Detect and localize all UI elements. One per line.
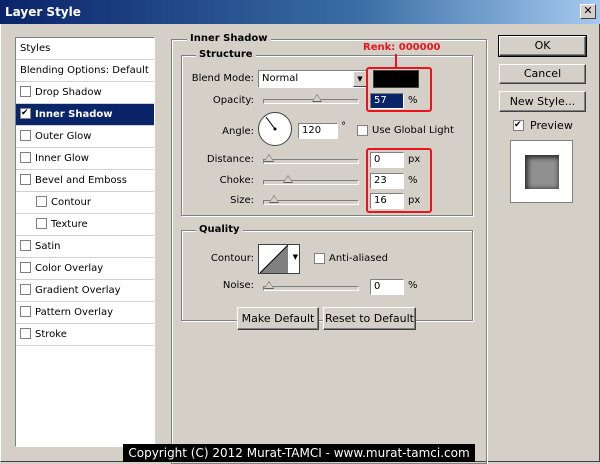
preview-thumbnail [510,140,573,203]
angle-input[interactable]: 120 [298,123,338,139]
contour-label: Contour: [210,253,254,264]
color-annotation-label: Renk: 000000 [363,42,441,53]
contour-checkbox[interactable] [36,195,47,207]
style-item-stroke[interactable]: Stroke [16,324,154,346]
annotation-arrow-line [395,54,397,68]
distance-slider[interactable] [263,154,359,164]
style-item-drop-shadow[interactable]: Drop Shadow [16,82,154,104]
inner-shadow-checkbox[interactable] [20,107,31,119]
choke-label: Choke: [219,175,254,186]
style-item-color-overlay[interactable]: Color Overlay [16,258,154,280]
use-global-light-checkbox[interactable] [357,125,368,136]
anti-aliased-label: Anti-aliased [329,253,389,264]
annotation-box-top [366,67,432,112]
angle-dial-needle-icon [265,116,277,131]
choke-slider[interactable] [263,175,359,185]
quality-title: Quality [196,224,243,235]
dialog-body: Styles Blending Options: Default Drop Sh… [0,24,600,464]
anti-aliased-checkbox[interactable] [314,253,325,264]
style-item-gradient-overlay[interactable]: Gradient Overlay [16,280,154,302]
gradient-overlay-checkbox[interactable] [20,283,31,295]
opacity-label: Opacity: [212,95,254,106]
bevel-emboss-checkbox[interactable] [20,173,31,185]
structure-title: Structure [196,49,256,60]
style-item-texture[interactable]: Texture [16,214,154,236]
contour-dropdown-icon[interactable]: ▼ [293,253,298,261]
choke-slider-thumb[interactable] [283,175,294,183]
opacity-slider-thumb[interactable] [311,94,322,102]
ok-button[interactable]: OK [498,35,587,57]
style-item-satin[interactable]: Satin [16,236,154,258]
style-item-inner-glow[interactable]: Inner Glow [16,148,154,170]
style-item-contour[interactable]: Contour [16,192,154,214]
angle-dial[interactable] [258,112,292,146]
opacity-slider[interactable] [263,94,359,104]
size-slider-thumb[interactable] [269,195,280,203]
close-icon[interactable]: ✕ [580,4,596,19]
preview-label: Preview [530,119,573,132]
new-style-button[interactable]: New Style... [499,91,586,112]
size-label: Size: [230,195,254,206]
noise-slider-thumb[interactable] [264,281,274,289]
satin-checkbox[interactable] [20,239,31,251]
size-slider[interactable] [263,195,359,205]
pattern-overlay-checkbox[interactable] [20,305,31,317]
style-item-bevel-emboss[interactable]: Bevel and Emboss [16,170,154,192]
texture-checkbox[interactable] [36,217,47,229]
angle-label: Angle: [222,126,254,137]
noise-input[interactable]: 0 [370,279,404,295]
noise-slider[interactable] [263,281,359,291]
style-item-blending-options[interactable]: Blending Options: Default [16,60,154,82]
annotation-box-bottom [366,148,432,213]
cancel-button[interactable]: Cancel [499,64,586,84]
distance-label: Distance: [206,154,254,165]
title-bar: Layer Style ✕ [0,0,600,24]
contour-picker[interactable]: ▼ [258,244,300,274]
outer-glow-checkbox[interactable] [20,129,31,141]
make-default-button[interactable]: Make Default [237,307,319,330]
styles-list-header[interactable]: Styles [16,38,154,60]
preview-checkbox[interactable] [513,120,524,131]
blend-mode-label: Blend Mode: [191,73,254,84]
style-item-outer-glow[interactable]: Outer Glow [16,126,154,148]
inner-glow-checkbox[interactable] [20,151,31,163]
noise-label: Noise: [222,280,254,291]
blend-mode-select[interactable]: Normal ▼ [258,70,368,88]
style-item-pattern-overlay[interactable]: Pattern Overlay [16,302,154,324]
reset-to-default-button[interactable]: Reset to Default [323,307,416,330]
angle-unit: ° [341,121,346,132]
noise-unit: % [408,280,418,291]
use-global-light-label: Use Global Light [372,125,454,136]
chevron-down-icon[interactable]: ▼ [353,71,367,87]
window-title: Layer Style [5,5,81,19]
stroke-checkbox[interactable] [20,327,31,339]
drop-shadow-checkbox[interactable] [20,85,31,97]
styles-list: Styles Blending Options: Default Drop Sh… [15,37,155,447]
contour-linear-icon [260,245,289,273]
preview-swatch [525,155,559,189]
style-item-inner-shadow[interactable]: Inner Shadow [16,104,154,126]
color-overlay-checkbox[interactable] [20,261,31,273]
distance-slider-thumb[interactable] [264,154,274,162]
copyright-banner: Copyright (C) 2012 Murat-TAMCI - www.mur… [123,444,475,462]
inner-shadow-title: Inner Shadow [187,33,271,44]
